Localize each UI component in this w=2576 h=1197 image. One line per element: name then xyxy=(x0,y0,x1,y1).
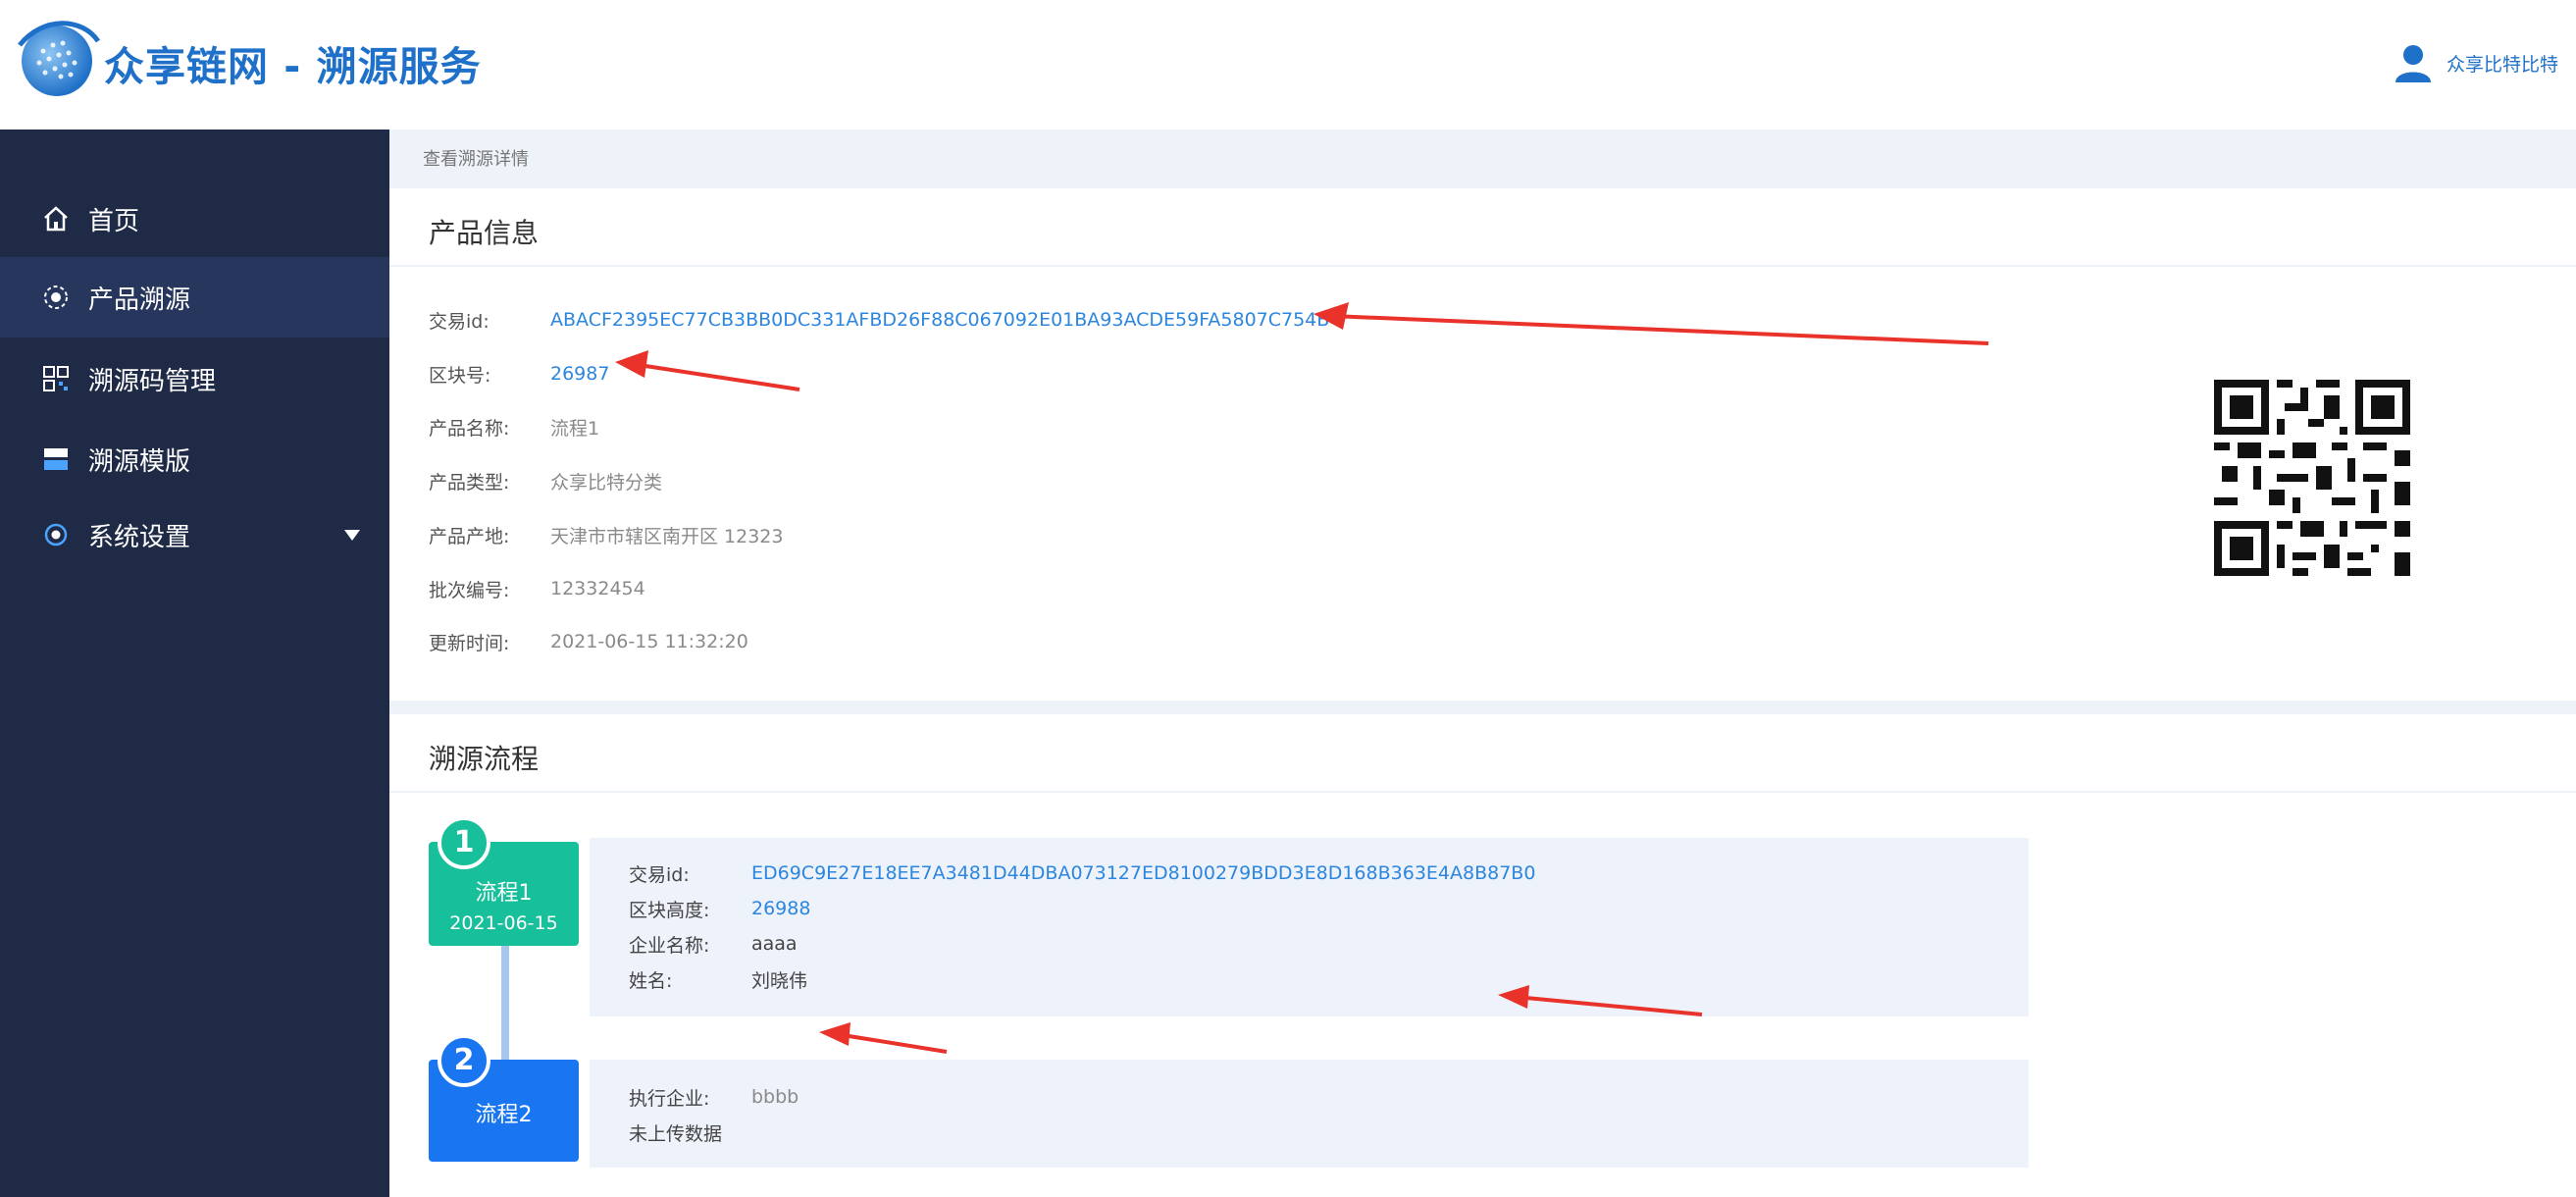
app-header: 众享链网 - 溯源服务 众享比特比特 xyxy=(0,0,2576,130)
user-name: 众享比特比特 xyxy=(2446,53,2558,76)
flow-row-executing-company: 执行企业: bbbb xyxy=(629,1083,799,1111)
chevron-down-icon xyxy=(344,530,360,541)
info-label: 产品类型: xyxy=(429,471,510,494)
info-label: 产品产地: xyxy=(429,525,510,547)
logo-icon xyxy=(18,21,100,96)
info-label: 区块号: xyxy=(429,364,491,387)
step-2-number: 2 xyxy=(438,1034,490,1087)
annotation-arrow-icon xyxy=(615,350,800,391)
card-title: 产品信息 xyxy=(429,217,540,249)
trace-icon xyxy=(44,286,68,309)
user-menu[interactable]: 众享比特比特 xyxy=(2394,43,2558,82)
qr-grid-icon xyxy=(43,366,69,391)
trace-flow-card: 溯源流程 流程1 2021-06-15 1 交易id: ED69C9E27E18… xyxy=(389,714,2576,1197)
no-data-label: 未上传数据 xyxy=(629,1122,723,1145)
flow-value: 刘晓伟 xyxy=(751,969,808,992)
block-number-link[interactable]: 26987 xyxy=(550,363,609,385)
flow-row-tx-id: 交易id: ED69C9E27E18EE7A3481D44DBA073127ED… xyxy=(629,859,1535,887)
breadcrumb: 查看溯源详情 xyxy=(423,149,529,170)
annotation-arrow-icon xyxy=(1498,985,1703,1016)
block-height-link[interactable]: 26988 xyxy=(751,898,810,919)
info-row-product-type: 产品类型: 众享比特分类 xyxy=(429,466,662,495)
info-row-block-number: 区块号: 26987 xyxy=(429,359,609,389)
flow-label: 交易id: xyxy=(629,863,690,886)
info-row-updated: 更新时间: 2021-06-15 11:32:20 xyxy=(429,627,748,656)
annotation-arrow-icon xyxy=(819,1022,948,1054)
app-title: 众享链网 - 溯源服务 xyxy=(104,43,482,90)
sidebar-item-label: 产品溯源 xyxy=(88,285,191,315)
info-label: 更新时间: xyxy=(429,632,510,654)
step-2-details: 执行企业: bbbb 未上传数据 xyxy=(590,1060,2029,1168)
flow-label: 区块高度: xyxy=(629,899,710,921)
flow-row-no-data: 未上传数据 xyxy=(629,1119,722,1146)
sidebar-item-label: 系统设置 xyxy=(88,522,191,552)
step-1-number: 1 xyxy=(438,816,490,869)
card-title: 溯源流程 xyxy=(429,743,540,775)
info-row-tx-id: 交易id: ABACF2395EC77CB3BB0DC331AFBD26F88C… xyxy=(429,305,1329,335)
sidebar-item-label: 溯源模版 xyxy=(88,446,191,477)
info-label: 交易id: xyxy=(429,310,489,333)
info-row-product-name: 产品名称: 流程1 xyxy=(429,412,599,442)
tx-id-link[interactable]: ABACF2395EC77CB3BB0DC331AFBD26F88C067092… xyxy=(550,309,1329,331)
settings-icon xyxy=(44,523,68,546)
user-icon xyxy=(2395,45,2431,82)
qr-code-icon[interactable] xyxy=(2214,380,2410,576)
sidebar-item-label: 首页 xyxy=(88,206,140,236)
info-value: 流程1 xyxy=(550,417,600,440)
template-icon xyxy=(44,448,68,470)
sidebar-item-label: 溯源码管理 xyxy=(88,366,217,396)
info-label: 产品名称: xyxy=(429,417,510,440)
info-label: 批次编号: xyxy=(429,579,510,601)
sidebar: 首页 产品溯源 溯源码管理 溯源模版 系统设置 xyxy=(0,130,389,1197)
flow-label: 姓名: xyxy=(629,969,673,992)
sidebar-item-system-settings[interactable]: 系统设置 xyxy=(0,494,389,575)
info-value: 众享比特分类 xyxy=(550,471,663,494)
sidebar-item-code-management[interactable]: 溯源码管理 xyxy=(0,338,389,419)
flow-value: aaaa xyxy=(751,933,798,955)
sidebar-item-templates[interactable]: 溯源模版 xyxy=(0,419,389,499)
sidebar-item-home[interactable]: 首页 xyxy=(0,179,389,259)
step-date: 2021-06-15 xyxy=(449,912,558,934)
step-1-details: 交易id: ED69C9E27E18EE7A3481D44DBA073127ED… xyxy=(590,838,2029,1016)
info-row-origin: 产品产地: 天津市市辖区南开区 12323 xyxy=(429,520,783,549)
step-name: 流程2 xyxy=(475,1103,533,1127)
flow-row-person: 姓名: 刘晓伟 xyxy=(629,965,807,993)
annotation-arrow-icon xyxy=(1314,302,1989,345)
info-value: 2021-06-15 11:32:20 xyxy=(550,631,748,652)
home-icon xyxy=(44,206,68,232)
step-name: 流程1 xyxy=(475,881,533,906)
divider xyxy=(389,265,2576,267)
product-info-card: 产品信息 交易id: ABACF2395EC77CB3BB0DC331AFBD2… xyxy=(389,188,2576,701)
flow-label: 企业名称: xyxy=(629,934,710,957)
flow-value: bbbb xyxy=(751,1086,799,1108)
flow-row-company: 企业名称: aaaa xyxy=(629,930,798,958)
sidebar-item-product-trace[interactable]: 产品溯源 xyxy=(0,257,389,338)
flow-label: 执行企业: xyxy=(629,1087,710,1110)
info-value: 12332454 xyxy=(550,578,645,599)
tx-id-link[interactable]: ED69C9E27E18EE7A3481D44DBA073127ED810027… xyxy=(751,862,1535,884)
info-value: 天津市市辖区南开区 12323 xyxy=(550,525,784,547)
divider xyxy=(389,791,2576,793)
flow-row-block-height: 区块高度: 26988 xyxy=(629,895,810,922)
main-content: 查看溯源详情 产品信息 交易id: ABACF2395EC77CB3BB0DC3… xyxy=(389,130,2576,1197)
info-row-batch: 批次编号: 12332454 xyxy=(429,574,645,603)
